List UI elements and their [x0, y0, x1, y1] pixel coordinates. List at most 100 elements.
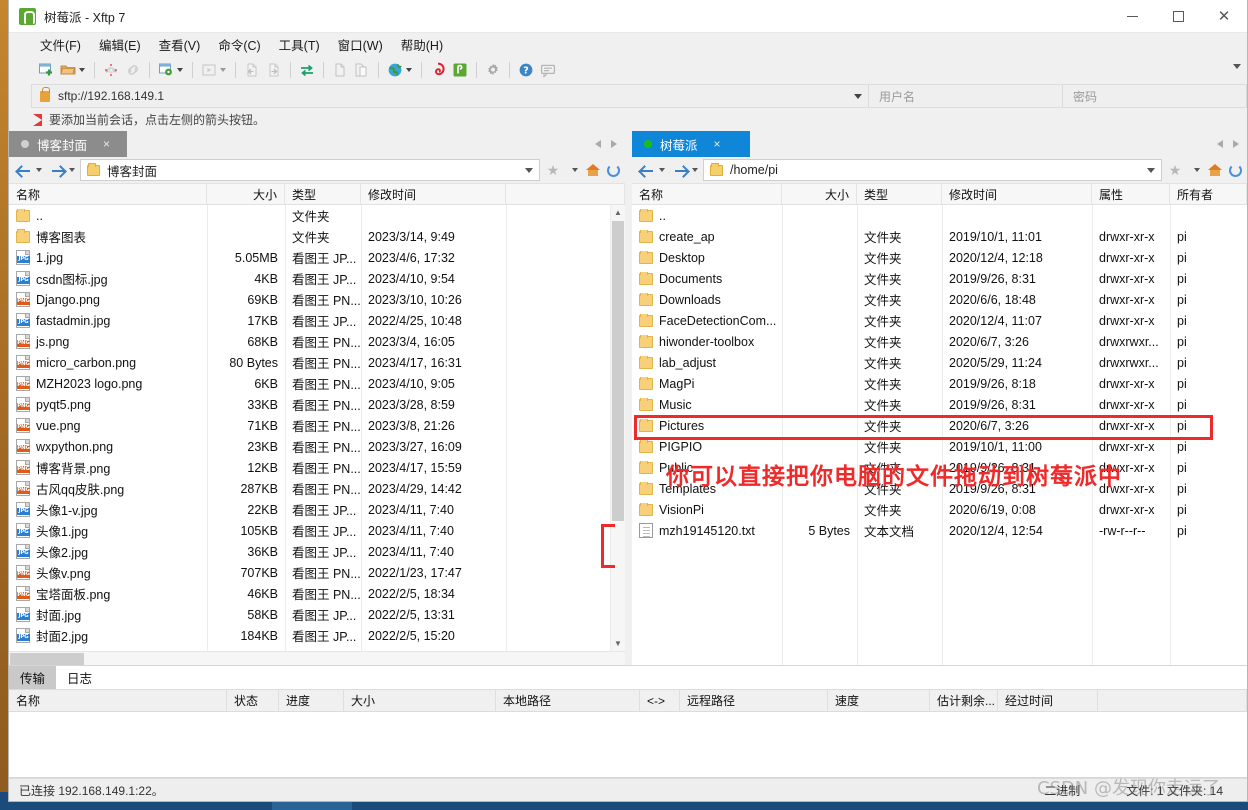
scroll-thumb[interactable]	[612, 221, 624, 521]
table-row[interactable]: PNG wxpython.png 23KB 看图王 PN... 2023/3/27, 1…	[9, 436, 625, 457]
local-back-button[interactable]	[11, 165, 44, 176]
session-settings-caret-icon[interactable]	[177, 68, 183, 72]
globe-caret-icon[interactable]	[406, 68, 412, 72]
scroll-thumb-h[interactable]	[10, 653, 84, 665]
menu-edit[interactable]: 编辑(E)	[90, 33, 150, 56]
local-vscrollbar[interactable]: ▲ ▼	[610, 205, 625, 651]
col-header-size[interactable]: 大小	[207, 184, 285, 204]
table-row[interactable]: PNG 头像v.png 707KB 看图王 PN... 2022/1/23, 17:47	[9, 562, 625, 583]
menu-tools[interactable]: 工具(T)	[270, 33, 329, 56]
xcol-remaining[interactable]: 估计剩余...	[930, 690, 998, 711]
session-url-field[interactable]: sftp://192.168.149.1	[31, 84, 869, 108]
table-row[interactable]: Music 文件夹 2019/9/26, 8:31 drwxr-xr-x pi	[632, 394, 1247, 415]
sync-transfer-icon[interactable]	[296, 60, 317, 81]
table-row[interactable]: Documents 文件夹 2019/9/26, 8:31 drwxr-xr-x pi	[632, 268, 1247, 289]
table-row[interactable]: JPG 封面2.jpg 184KB 看图王 JP... 2022/2/5, 15:20	[9, 625, 625, 646]
username-input[interactable]: 用户名	[869, 84, 1063, 108]
col-header-type[interactable]: 类型	[857, 184, 942, 204]
run-caret-icon[interactable]	[220, 68, 226, 72]
col-header-attributes[interactable]: 属性	[1092, 184, 1170, 204]
password-input[interactable]: 密码	[1063, 84, 1247, 108]
chevron-down-icon[interactable]	[854, 93, 862, 99]
disconnect-icon[interactable]	[100, 60, 121, 81]
open-folder-caret-icon[interactable]	[79, 68, 85, 72]
table-row[interactable]: .. 文件夹	[9, 205, 625, 226]
local-file-list[interactable]: .. 文件夹 博客图表 文件夹 2023/3/14, 9:49 JPG 1.jpg 5.05M…	[9, 205, 625, 651]
link-icon[interactable]	[122, 60, 143, 81]
xcol-speed[interactable]: 速度	[828, 690, 930, 711]
tab-remote-raspberry-pi[interactable]: 树莓派 ×	[632, 131, 750, 157]
col-header-name[interactable]: 名称	[632, 184, 782, 204]
xshell-icon[interactable]	[427, 60, 448, 81]
globe-icon[interactable]	[384, 60, 405, 81]
table-row[interactable]: 博客图表 文件夹 2023/3/14, 9:49	[9, 226, 625, 247]
xftp-shortcut-icon[interactable]	[449, 60, 470, 81]
table-row[interactable]: JPG 头像2.jpg 36KB 看图王 JP... 2023/4/11, 7:40	[9, 541, 625, 562]
xcol-name[interactable]: 名称	[9, 690, 227, 711]
tab-close-icon[interactable]: ×	[714, 137, 721, 151]
gear-icon[interactable]	[482, 60, 503, 81]
minimize-button[interactable]	[1109, 0, 1155, 33]
tab-scroll-left-icon[interactable]	[595, 140, 601, 148]
tab-close-icon[interactable]: ×	[103, 137, 110, 151]
table-row[interactable]: VisionPi 文件夹 2020/6/19, 0:08 drwxr-xr-x pi	[632, 499, 1247, 520]
remote-bookmark-caret[interactable]	[1185, 160, 1205, 180]
table-row[interactable]: mzh19145120.txt 5 Bytes 文本文档 2020/12/4, 12:…	[632, 520, 1247, 541]
table-row[interactable]: JPG 封面.jpg 58KB 看图王 JP... 2022/2/5, 13:31	[9, 604, 625, 625]
table-row[interactable]: JPG 头像1-v.jpg 22KB 看图王 JP... 2023/4/11, 7:40	[9, 499, 625, 520]
table-row[interactable]: lab_adjust 文件夹 2020/5/29, 11:24 drwxrwxr...…	[632, 352, 1247, 373]
tab-scroll-right-icon[interactable]	[1233, 140, 1239, 148]
table-row[interactable]: FaceDetectionCom... 文件夹 2020/12/4, 11:07 dr…	[632, 310, 1247, 331]
col-header-size[interactable]: 大小	[782, 184, 857, 204]
col-header-type[interactable]: 类型	[285, 184, 361, 204]
close-button[interactable]: ✕	[1201, 0, 1247, 33]
menu-window[interactable]: 窗口(W)	[329, 33, 392, 56]
table-row[interactable]: JPG fastadmin.jpg 17KB 看图王 JP... 2022/4/25, …	[9, 310, 625, 331]
xcol-elapsed[interactable]: 经过时间	[998, 690, 1098, 711]
table-row[interactable]: ..	[632, 205, 1247, 226]
table-row[interactable]: Downloads 文件夹 2020/6/6, 18:48 drwxr-xr-x pi	[632, 289, 1247, 310]
table-row[interactable]: MagPi 文件夹 2019/9/26, 8:18 drwxr-xr-x pi	[632, 373, 1247, 394]
table-row[interactable]: PNG MZH2023 logo.png 6KB 看图王 PN... 2023/4/10…	[9, 373, 625, 394]
help-icon[interactable]: ?	[515, 60, 536, 81]
local-bookmark-caret[interactable]	[563, 160, 583, 180]
col-header-modified[interactable]: 修改时间	[361, 184, 506, 204]
new-session-icon[interactable]	[35, 60, 56, 81]
xcol-progress[interactable]: 进度	[279, 690, 344, 711]
table-row[interactable]: JPG 1.jpg 5.05MB 看图王 JP... 2023/4/6, 17:32	[9, 247, 625, 268]
open-folder-icon[interactable]	[57, 60, 78, 81]
col-header-modified[interactable]: 修改时间	[942, 184, 1092, 204]
feedback-icon[interactable]	[537, 60, 558, 81]
table-row[interactable]: JPG 头像1.jpg 105KB 看图王 JP... 2023/4/11, 7:40	[9, 520, 625, 541]
transfer-list[interactable]	[9, 712, 1247, 778]
table-row[interactable]: PNG Django.png 69KB 看图王 PN... 2023/3/10, 10:…	[9, 289, 625, 310]
tab-log[interactable]: 日志	[56, 666, 103, 689]
xcol-size[interactable]: 大小	[344, 690, 496, 711]
back-caret-icon[interactable]	[36, 168, 42, 172]
remote-forward-button[interactable]	[667, 165, 700, 176]
table-row[interactable]: JPG csdn图标.jpg 4KB 看图王 JP... 2023/4/10, 9:54	[9, 268, 625, 289]
col-header-owner[interactable]: 所有者	[1170, 184, 1247, 204]
path-chevron-down-icon[interactable]	[525, 167, 533, 173]
table-row[interactable]: create_ap 文件夹 2019/10/1, 11:01 drwxr-xr-x pi	[632, 226, 1247, 247]
menu-file[interactable]: 文件(F)	[31, 33, 90, 56]
remote-back-button[interactable]	[634, 165, 667, 176]
toolbar-overflow-icon[interactable]	[1233, 64, 1241, 69]
local-home-button[interactable]	[583, 160, 603, 180]
forward-caret-icon[interactable]	[692, 168, 698, 172]
menu-view[interactable]: 查看(V)	[150, 33, 210, 56]
xcol-status[interactable]: 状态	[227, 690, 279, 711]
path-chevron-down-icon[interactable]	[1147, 167, 1155, 173]
session-settings-icon[interactable]	[155, 60, 176, 81]
remote-path-input[interactable]: /home/pi	[703, 159, 1162, 181]
local-hscrollbar[interactable]	[9, 651, 625, 665]
local-refresh-button[interactable]	[603, 160, 623, 180]
run-icon[interactable]	[198, 60, 219, 81]
scroll-up-icon[interactable]: ▲	[611, 205, 625, 220]
remote-bookmark-button[interactable]: ★	[1165, 160, 1185, 180]
local-forward-button[interactable]	[44, 165, 77, 176]
back-caret-icon[interactable]	[659, 168, 665, 172]
xcol-direction[interactable]: <->	[640, 690, 680, 711]
xcol-local-path[interactable]: 本地路径	[496, 690, 640, 711]
table-row[interactable]: PNG 宝塔面板.png 46KB 看图王 PN... 2022/2/5, 18:34	[9, 583, 625, 604]
